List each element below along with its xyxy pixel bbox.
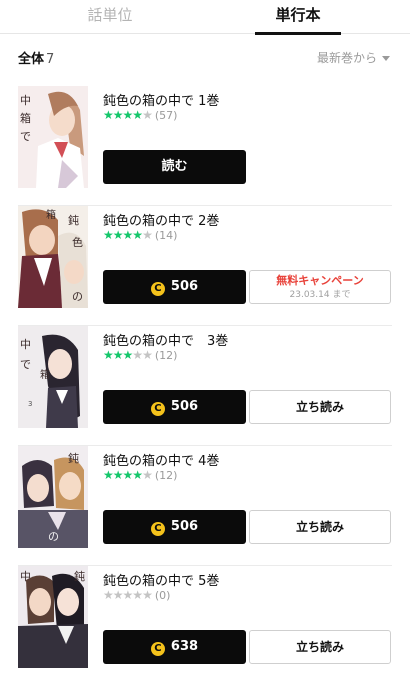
read-button[interactable]: 読む [103, 150, 246, 184]
tab-volumes-label: 単行本 [275, 6, 321, 24]
cover-image[interactable]: 鈍 色 の 箱 [18, 206, 88, 308]
star-icon: ★ [112, 348, 124, 362]
svg-text:中: 中 [20, 570, 31, 583]
star-icon: ★ [103, 228, 114, 242]
star-icon: ★ [142, 108, 153, 122]
buy-button[interactable]: C 506 [103, 390, 246, 424]
star-icon: ★ [112, 108, 124, 122]
star-icon: ★ [103, 348, 114, 362]
rating: ★★★★★ (12) [103, 349, 177, 362]
volume-item: 鈍 の 鈍色の箱の中で 4巻 ★★★★★ (12) C 506 立ち読み [0, 446, 410, 566]
campaign-label: 無料キャンペーン [276, 274, 364, 287]
star-icon: ★ [132, 588, 143, 602]
star-icon: ★ [122, 468, 134, 482]
svg-text:鈍: 鈍 [68, 213, 79, 227]
price: 506 [170, 399, 199, 414]
volume-title[interactable]: 鈍色の箱の中で 2巻 [103, 210, 219, 229]
buy-button[interactable]: C 506 [103, 510, 246, 544]
sort-dropdown[interactable]: 最新巻から [317, 49, 390, 66]
svg-text:箱: 箱 [20, 111, 31, 125]
volume-title[interactable]: 鈍色の箱の中で 3巻 [103, 330, 228, 349]
filter-all: 全体 7 [18, 48, 54, 67]
svg-text:中: 中 [20, 94, 31, 107]
star-icon: ★ [103, 468, 114, 482]
svg-text:中: 中 [20, 338, 31, 351]
volume-item: 鈍 色 の 箱 鈍色の箱の中で 2巻 ★★★★★ (14) C 506 無料キャンペ… [0, 206, 410, 326]
rating: ★★★★★ (12) [103, 469, 177, 482]
star-icon: ★ [142, 348, 153, 362]
trial-read-button[interactable]: 立ち読み [249, 510, 391, 544]
svg-text:で: で [20, 358, 31, 371]
star-icon: ★ [103, 588, 114, 602]
tab-bar: 話単位 単行本 [0, 0, 410, 35]
rating: ★★★★★ (0) [103, 589, 170, 602]
star-icon: ★ [132, 348, 143, 362]
star-icon: ★ [112, 468, 124, 482]
svg-text:箱: 箱 [46, 208, 56, 221]
active-tab-indicator [255, 32, 341, 35]
svg-text:鈍: 鈍 [74, 569, 85, 583]
svg-text:の: の [48, 530, 59, 543]
filter-all-label: 全体 [18, 52, 45, 67]
star-icon: ★ [142, 228, 153, 242]
price: 506 [170, 519, 199, 534]
volume-item: 中 箱 で 鈍色の箱の中で 1巻 ★★★★★ (57) 読む [0, 86, 410, 206]
svg-text:箱: 箱 [40, 368, 50, 381]
buy-button[interactable]: C 506 [103, 270, 246, 304]
star-icon: ★ [112, 228, 124, 242]
coin-icon: C [150, 642, 165, 656]
volume-item: 中 で 箱 3 鈍色の箱の中で 3巻 ★★★★★ (12) C 506 立ち読み [0, 326, 410, 446]
volume-title[interactable]: 鈍色の箱の中で 1巻 [103, 90, 219, 109]
sort-label: 最新巻から [316, 51, 377, 65]
cover-image[interactable]: 中 鈍 [18, 566, 88, 668]
tab-episodes[interactable]: 話単位 [20, 0, 200, 34]
review-count: (57) [154, 109, 178, 122]
free-campaign-button[interactable]: 無料キャンペーン 23.03.14 まで [249, 270, 391, 304]
star-icon: ★ [112, 588, 124, 602]
star-icon: ★ [122, 348, 134, 362]
svg-text:色: 色 [72, 235, 83, 249]
rating: ★★★★★ (57) [103, 109, 177, 122]
review-count: (12) [154, 469, 178, 482]
volume-item: 中 鈍 鈍色の箱の中で 5巻 ★★★★★ (0) C 638 立ち読み [0, 566, 410, 686]
campaign-until: 23.03.14 まで [289, 290, 351, 300]
star-icon: ★ [122, 588, 134, 602]
svg-text:鈍: 鈍 [68, 451, 79, 465]
review-count: (14) [154, 229, 178, 242]
star-icon: ★ [142, 468, 153, 482]
tab-volumes[interactable]: 単行本 [255, 0, 341, 35]
svg-text:の: の [72, 290, 83, 303]
price: 506 [170, 279, 199, 294]
review-count: (12) [154, 349, 178, 362]
volume-title[interactable]: 鈍色の箱の中で 5巻 [103, 570, 219, 589]
trial-read-button[interactable]: 立ち読み [249, 390, 391, 424]
star-icon: ★ [132, 468, 143, 482]
chevron-down-icon [382, 56, 390, 61]
star-icon: ★ [103, 108, 114, 122]
review-count: (0) [154, 589, 171, 602]
cover-image[interactable]: 中 で 箱 3 [18, 326, 88, 428]
coin-icon: C [150, 282, 165, 296]
trial-read-button[interactable]: 立ち読み [249, 630, 391, 664]
rating: ★★★★★ (14) [103, 229, 177, 242]
star-icon: ★ [122, 228, 134, 242]
buy-button[interactable]: C 638 [103, 630, 246, 664]
filter-count: 7 [46, 52, 55, 67]
svg-text:で: で [20, 130, 31, 143]
volume-title[interactable]: 鈍色の箱の中で 4巻 [103, 450, 219, 469]
coin-icon: C [150, 402, 165, 416]
cover-image[interactable]: 鈍 の [18, 446, 88, 548]
star-icon: ★ [142, 588, 153, 602]
price: 638 [170, 639, 199, 654]
cover-image[interactable]: 中 箱 で [18, 86, 88, 188]
coin-icon: C [150, 522, 165, 536]
star-icon: ★ [132, 108, 143, 122]
filter-bar: 全体 7 最新巻から [0, 46, 410, 68]
star-icon: ★ [132, 228, 143, 242]
svg-text:3: 3 [28, 400, 32, 408]
star-icon: ★ [122, 108, 134, 122]
